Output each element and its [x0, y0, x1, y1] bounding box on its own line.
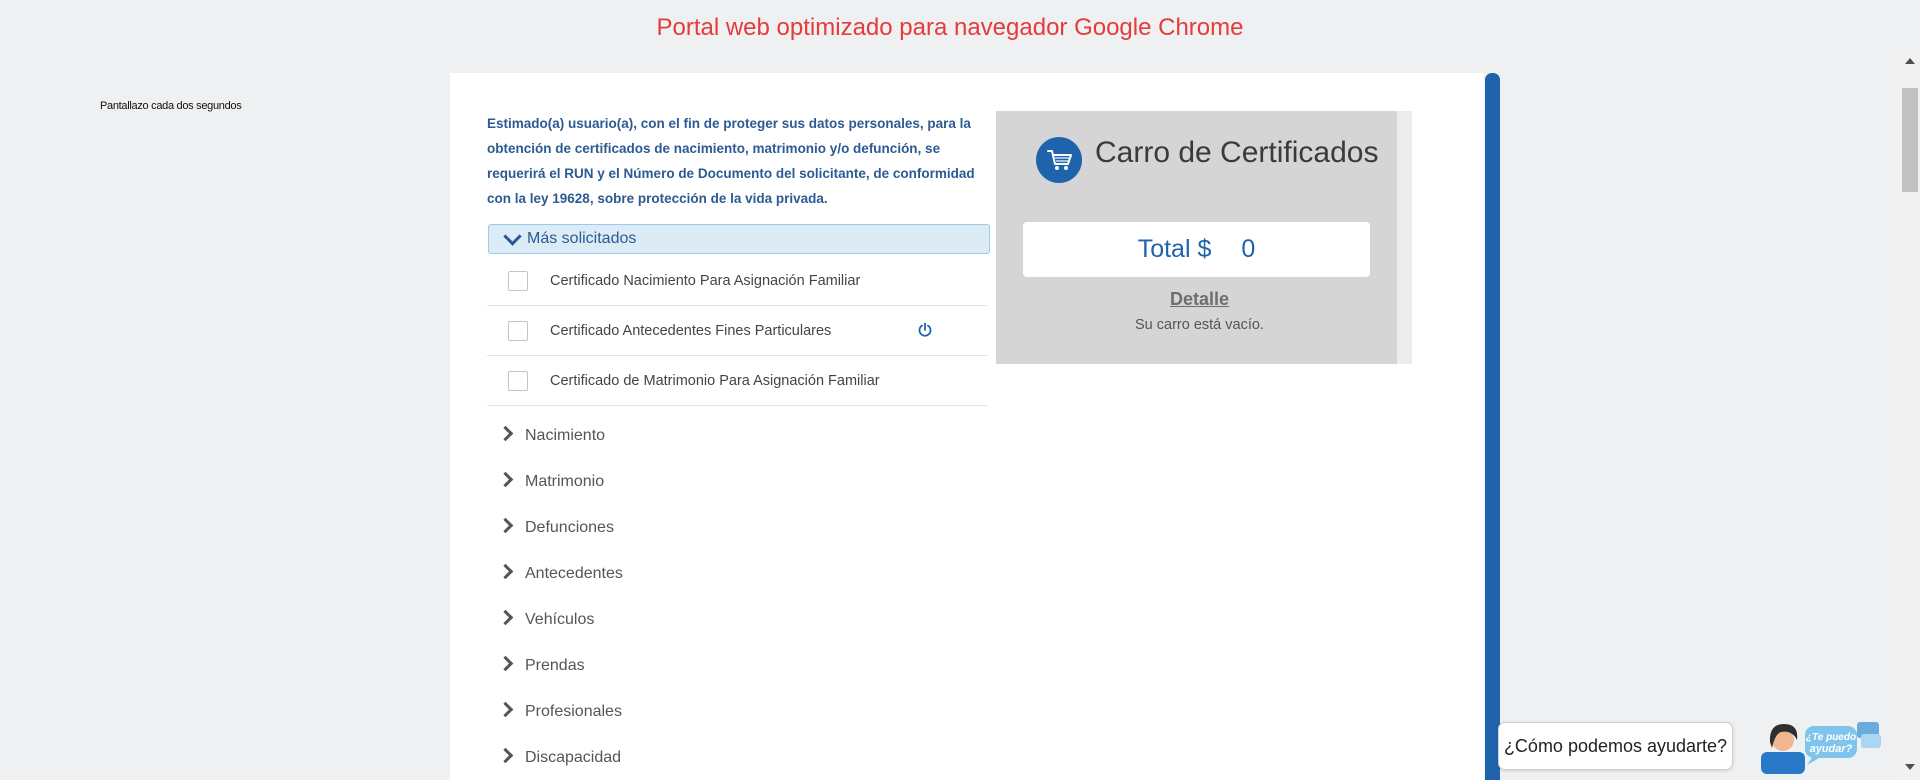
- category-vehiculos[interactable]: Vehículos: [497, 605, 595, 635]
- chevron-right-icon: [497, 425, 514, 441]
- category-label: Antecedentes: [525, 565, 623, 582]
- chevron-right-icon: [497, 609, 514, 625]
- category-label: Prendas: [525, 657, 585, 674]
- cart-title: Carro de Certificados: [1095, 136, 1379, 169]
- category-label: Matrimonio: [525, 473, 605, 490]
- category-antecedentes[interactable]: Antecedentes: [497, 559, 623, 589]
- chevron-down-icon: [503, 226, 522, 246]
- certificate-label: Certificado Antecedentes Fines Particula…: [550, 322, 832, 339]
- cart-detail-link[interactable]: Detalle: [1023, 289, 1376, 310]
- chevron-right-icon: [497, 747, 514, 763]
- cart-panel-edge: [1397, 111, 1412, 364]
- screenshot-note: Pantallazo cada dos segundos: [100, 100, 242, 112]
- category-label: Vehículos: [525, 611, 595, 628]
- most-requested-toggle[interactable]: Más solicitados: [488, 224, 990, 254]
- category-defunciones[interactable]: Defunciones: [497, 513, 614, 543]
- certificate-checkbox[interactable]: [508, 370, 528, 391]
- category-label: Profesionales: [525, 703, 622, 720]
- power-icon[interactable]: [917, 322, 933, 338]
- chevron-right-icon: [497, 701, 514, 717]
- cart-empty-message: Su carro está vacío.: [1135, 317, 1264, 333]
- chat-prompt-button[interactable]: ¿Cómo podemos ayudarte?: [1498, 722, 1733, 770]
- avatar-text-line1: ¿Te puedo: [1806, 732, 1856, 743]
- accent-bar: [1485, 73, 1500, 780]
- category-nacimiento[interactable]: Nacimiento: [497, 421, 606, 451]
- scroll-down-arrow-icon[interactable]: [1905, 764, 1915, 770]
- browser-recommendation-banner: Portal web optimizado para navegador Goo…: [656, 14, 1244, 41]
- category-discapacidad[interactable]: Discapacidad: [497, 743, 622, 773]
- certificate-checkbox[interactable]: [508, 320, 528, 341]
- most-requested-title: Más solicitados: [527, 230, 637, 247]
- certificate-row: Certificado Antecedentes Fines Particula…: [487, 306, 987, 356]
- shopping-cart-icon: [1036, 137, 1082, 183]
- total-amount: 0: [1241, 235, 1256, 263]
- category-label: Defunciones: [525, 519, 614, 536]
- total-label: Total $: [1137, 235, 1212, 263]
- category-label: Discapacidad: [525, 749, 622, 766]
- privacy-notice: Estimado(a) usuario(a), con el fin de pr…: [487, 116, 975, 206]
- certificate-row: Certificado Nacimiento Para Asignación F…: [487, 256, 987, 306]
- category-label: Nacimiento: [525, 427, 606, 444]
- certificate-label: Certificado Nacimiento Para Asignación F…: [550, 272, 861, 289]
- category-matrimonio[interactable]: Matrimonio: [497, 467, 605, 497]
- chevron-right-icon: [497, 563, 514, 579]
- cart-total: Total $ 0: [1023, 222, 1370, 277]
- avatar-text-line2: ayudar?: [1810, 743, 1853, 755]
- chat-assistant-avatar[interactable]: ¿Te puedo ayudar?: [1753, 718, 1883, 774]
- chevron-right-icon: [497, 655, 514, 671]
- category-profesionales[interactable]: Profesionales: [497, 697, 622, 727]
- chevron-right-icon: [497, 471, 514, 487]
- category-prendas[interactable]: Prendas: [497, 651, 585, 681]
- scrollbar-thumb[interactable]: [1902, 88, 1918, 192]
- chevron-right-icon: [497, 517, 514, 533]
- scroll-up-arrow-icon[interactable]: [1905, 58, 1915, 64]
- certificate-checkbox[interactable]: [508, 270, 528, 291]
- certificate-row: Certificado de Matrimonio Para Asignació…: [487, 356, 987, 406]
- certificate-label: Certificado de Matrimonio Para Asignació…: [550, 372, 880, 389]
